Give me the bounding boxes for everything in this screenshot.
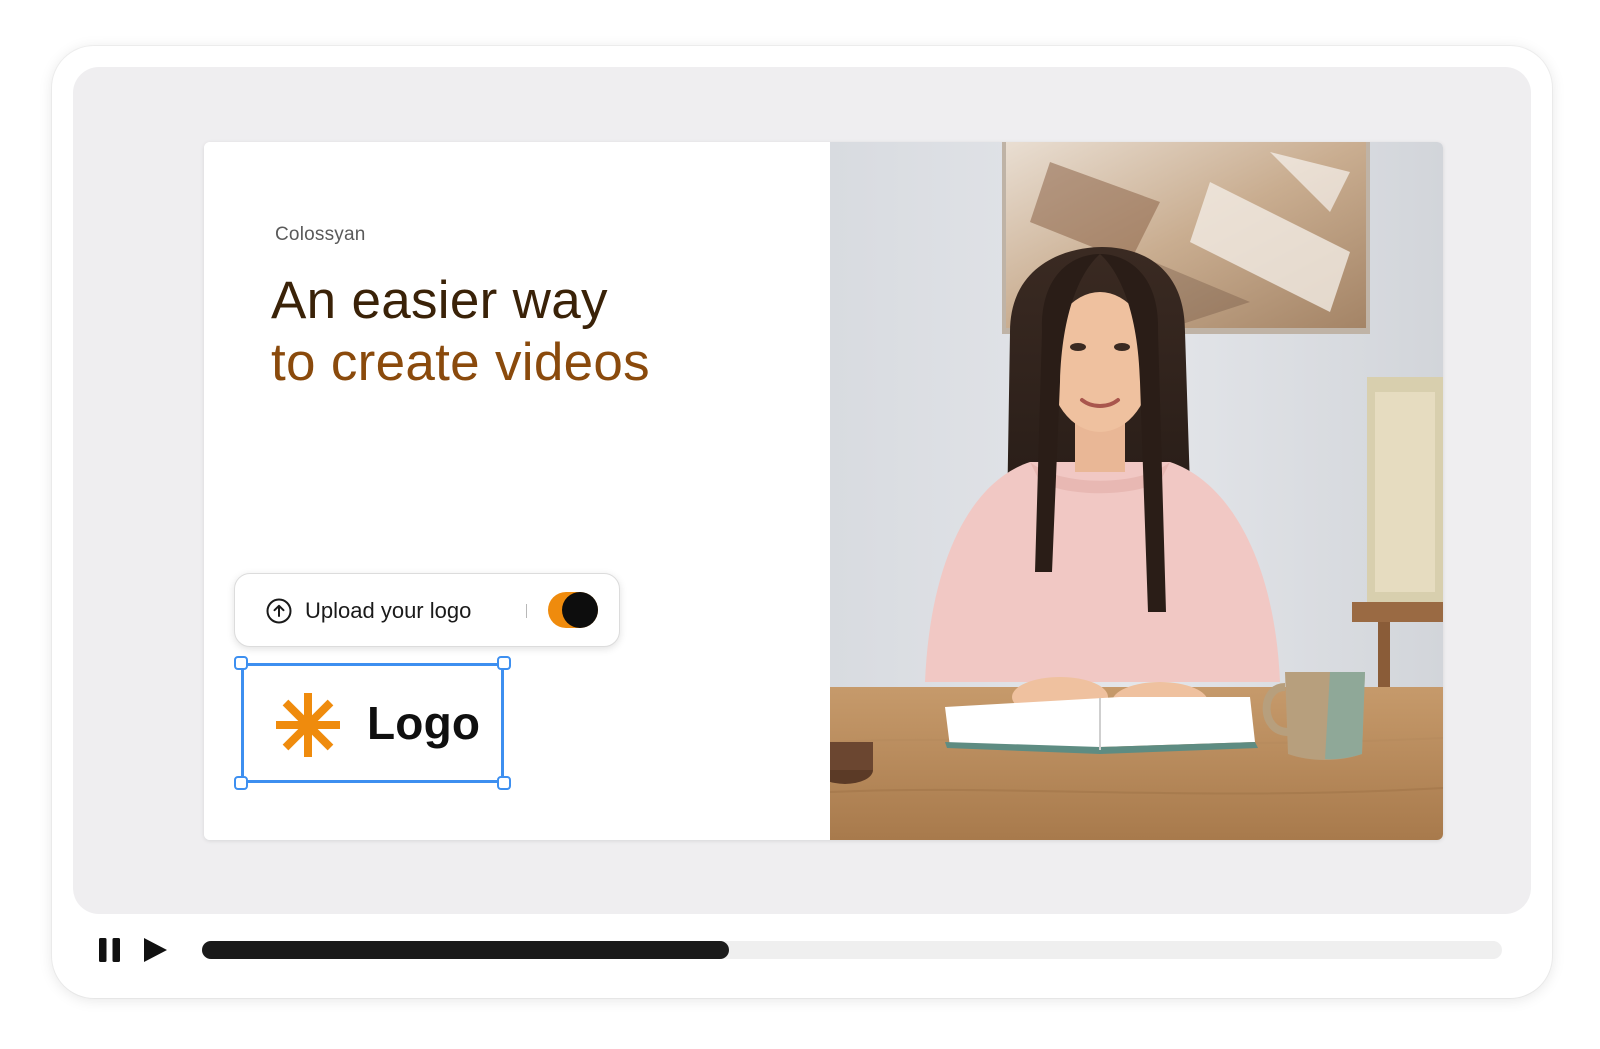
resize-handle-bottom-right[interactable] <box>497 776 511 790</box>
progress-fill <box>202 941 729 959</box>
progress-bar[interactable] <box>202 941 1502 959</box>
resize-handle-top-right[interactable] <box>497 656 511 670</box>
logo-placeholder-selected[interactable]: Logo <box>234 656 511 790</box>
pause-icon[interactable] <box>97 936 123 964</box>
upload-logo-label: Upload your logo <box>305 598 472 623</box>
logo-text: Logo <box>367 697 481 749</box>
player-controls <box>52 914 1552 998</box>
headline-line-1: An easier way <box>271 271 608 330</box>
headline-line-2: to create videos <box>271 333 650 392</box>
resize-handle-bottom-left[interactable] <box>234 776 248 790</box>
play-icon[interactable] <box>141 936 169 964</box>
video-slide: Colossyan An easier way to create videos… <box>204 142 1443 840</box>
upload-logo-control[interactable]: Upload your logo <box>234 573 620 647</box>
slide-headline: An easier way to create videos <box>271 270 650 394</box>
brand-name: Colossyan <box>275 224 366 245</box>
video-player-frame: Colossyan An easier way to create videos… <box>52 46 1552 998</box>
asterisk-icon <box>276 693 340 757</box>
slide-text-panel: Colossyan An easier way to create videos… <box>204 142 830 840</box>
divider <box>526 604 527 618</box>
resize-handle-top-left[interactable] <box>234 656 248 670</box>
presenter-photo <box>830 142 1443 840</box>
logo-toggle[interactable] <box>548 592 598 628</box>
toggle-knob <box>562 592 598 628</box>
upload-arrow-circle-icon <box>266 598 292 624</box>
video-stage: Colossyan An easier way to create videos… <box>73 67 1531 914</box>
